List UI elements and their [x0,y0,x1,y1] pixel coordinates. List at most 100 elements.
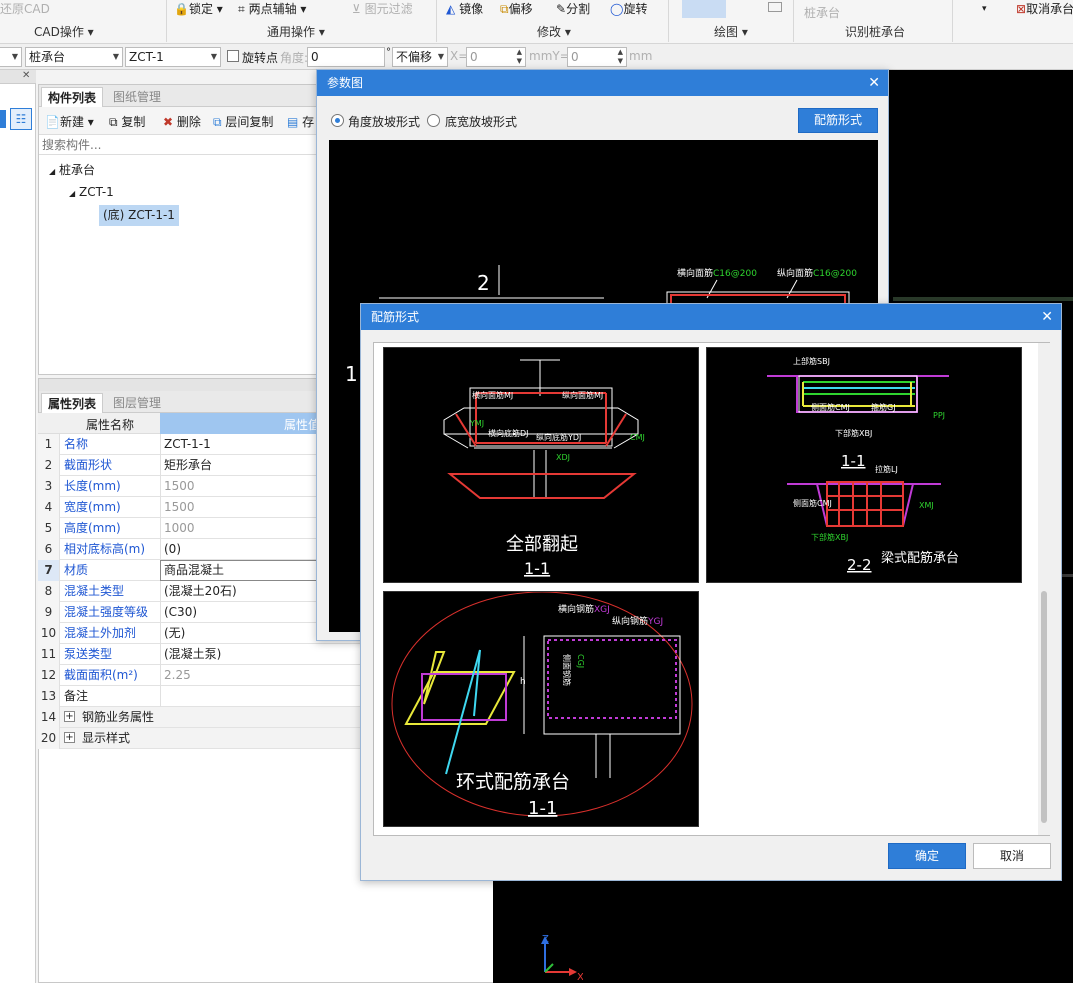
nav-tab-icon[interactable] [0,110,6,128]
new-button[interactable]: 📄新建 ▾ [45,113,94,130]
radio-width-slope-label[interactable]: 底宽放坡形式 [445,113,517,130]
ok-button[interactable]: 确定 [888,843,966,869]
expand-icon[interactable]: + [64,711,75,722]
close-icon[interactable]: ✕ [22,70,30,81]
category-select[interactable]: 桩承台 ▼ [25,47,123,67]
stepper-icon[interactable]: ▲ ▼ [517,48,522,66]
property-name: 混凝土强度等级 [64,605,149,619]
close-icon[interactable]: ✕ [1041,304,1053,330]
property-value[interactable]: ZCT-1-1 [164,434,211,455]
rebar-option-beam[interactable]: 上部筋SBJ 侧面筋CMJ 下部筋XBJ 箍筋GJ PPJ 1-1 侧面筋CMJ… [706,347,1022,583]
tree-node-zct1-1[interactable]: (底) ZCT-1-1 [99,205,179,226]
dropdown-icon[interactable]: ▾ [982,4,987,14]
rebar-option-ring[interactable]: 横向钢筋XGJ 纵向钢筋YGJ 侧面钢筋 CGJ h 环式配筋承台 1-1 [383,591,699,827]
copy-button[interactable]: ⧉ 复制 [109,113,145,130]
radio-angle-slope-label[interactable]: 角度放坡形式 [348,113,420,130]
stepper-icon[interactable]: ▲ ▼ [618,48,623,66]
chevron-down-icon: ▼ [11,52,18,61]
offset-button[interactable]: ⧉偏移 [500,0,533,17]
column-header-name: 属性名称 [86,418,135,432]
label-side-rebar: 侧面筋CMJ [811,402,850,412]
label-cmj: CMJ [630,433,645,442]
chevron-down-icon: ▼ [210,52,217,61]
rectangle-icon[interactable] [768,2,782,12]
save-button[interactable]: ▤ 存 [287,113,314,130]
label-stirrup: 箍筋GJ [871,402,896,412]
search-input[interactable] [39,135,319,155]
label-height: h [520,677,526,687]
group-cad-ops[interactable]: CAD操作 ▾ [34,23,94,40]
property-value[interactable]: 矩形承台 [164,455,212,476]
component-toolbar: 📄新建 ▾ ⧉ 复制 ✖ 删除 ⧉ 层间复制 ▤ 存 [39,107,319,135]
property-value[interactable]: 2.25 [164,665,191,686]
label-h-bottom-rebar: 横向底筋DJ [488,428,529,438]
label-ymj: YMJ [469,419,484,428]
tree-node-zct1[interactable]: ◢ ZCT-1 [69,185,114,199]
rebar-form-button[interactable]: 配筋形式 [798,108,878,133]
lock-icon: 🔒 [174,2,189,16]
property-value[interactable]: (C30) [164,602,197,623]
chevron-down-icon: ▼ [437,52,444,61]
cancel-cap-button[interactable]: ⊠取消承台 [1016,0,1073,17]
label-v-bottom-rebar: 纵向底筋YDJ [536,432,581,442]
property-name: 混凝土外加剂 [64,626,137,640]
x-input[interactable]: 0 ▲ ▼ [466,47,526,67]
tab-drawing-manage[interactable]: 图纸管理 [107,87,167,107]
rotate-point-checkbox-box[interactable] [227,50,239,62]
angle-input[interactable]: 0 [307,47,385,67]
property-value[interactable]: (0) [164,539,181,560]
property-row-number: 5 [38,518,60,539]
cancel-icon: ⊠ [1016,2,1027,16]
property-value[interactable]: (无) [164,623,185,644]
property-name: 相对底标高(m) [64,542,146,556]
filter-button[interactable]: ⊻ 图元过滤 [352,0,413,17]
rebar-option-full-bend[interactable]: 横向面筋MJ 纵向面筋MJ 横向底筋DJ 纵向底筋YDJ CMJ YMJ XDJ… [383,347,699,583]
tab-component-list[interactable]: 构件列表 [41,87,104,107]
collapse-icon[interactable]: ◢ [69,189,75,198]
group-draw[interactable]: 绘图 ▾ [714,23,748,40]
expand-icon[interactable]: + [64,732,75,743]
copy-icon: ⧉ [109,115,118,129]
restore-cad-button[interactable]: 还原CAD [0,0,50,17]
delete-button[interactable]: ✖ 删除 [163,113,201,130]
layer-copy-button[interactable]: ⧉ 层间复制 [213,113,273,130]
element-select[interactable]: ZCT-1 ▼ [125,47,221,67]
group-modify[interactable]: 修改 ▾ [537,23,571,40]
tab-layer-manage[interactable]: 图层管理 [107,393,167,413]
property-row-number: 3 [38,476,60,497]
tree-node-pile-cap[interactable]: ◢ 桩承台 [49,161,95,178]
draw-tool-button[interactable] [682,0,726,18]
property-value[interactable]: (混凝土20石) [164,581,237,602]
label-tie: 拉筋LJ [875,464,898,474]
rotate-button[interactable]: ◯旋转 [610,0,647,17]
nav-item-icon[interactable]: ☷ [10,108,32,130]
new-icon: 📄 [45,115,60,129]
close-icon[interactable]: ✕ [868,70,880,96]
y-input[interactable]: 0 ▲ ▼ [567,47,627,67]
property-value[interactable]: 1000 [164,518,195,539]
rotate-icon: ◯ [610,2,624,16]
property-value[interactable]: 1500 [164,476,195,497]
pile-cap-button[interactable]: 桩承台 [804,4,840,21]
floor-select[interactable]: ▼ [0,47,22,67]
label-side-rebar-2: 侧面筋CMJ [793,498,832,508]
scrollbar[interactable] [1038,343,1050,835]
cancel-button[interactable]: 取消 [973,843,1051,869]
angle-label: 角度: [280,51,309,65]
split-button[interactable]: ✎分割 [556,0,590,17]
lock-button[interactable]: 🔒锁定 ▾ [174,0,223,17]
two-point-axis-button[interactable]: ⌗ 两点辅轴 ▾ [238,0,306,17]
property-value[interactable]: 商品混凝土 [160,560,340,581]
radio-width-slope[interactable] [427,114,440,127]
property-name: 钢筋业务属性 [82,710,155,724]
radio-angle-slope[interactable] [331,114,344,127]
mm-unit-y: mm [629,49,653,63]
scrollbar-thumb[interactable] [1041,591,1047,823]
tab-property-list[interactable]: 属性列表 [41,393,104,413]
collapse-icon[interactable]: ◢ [49,167,55,176]
offset-mode-select[interactable]: 不偏移 ▼ [392,47,448,67]
group-common-ops[interactable]: 通用操作 ▾ [267,23,325,40]
property-value[interactable]: (混凝土泵) [164,644,221,665]
property-value[interactable]: 1500 [164,497,195,518]
mirror-button[interactable]: ◭ 镜像 [446,0,483,17]
